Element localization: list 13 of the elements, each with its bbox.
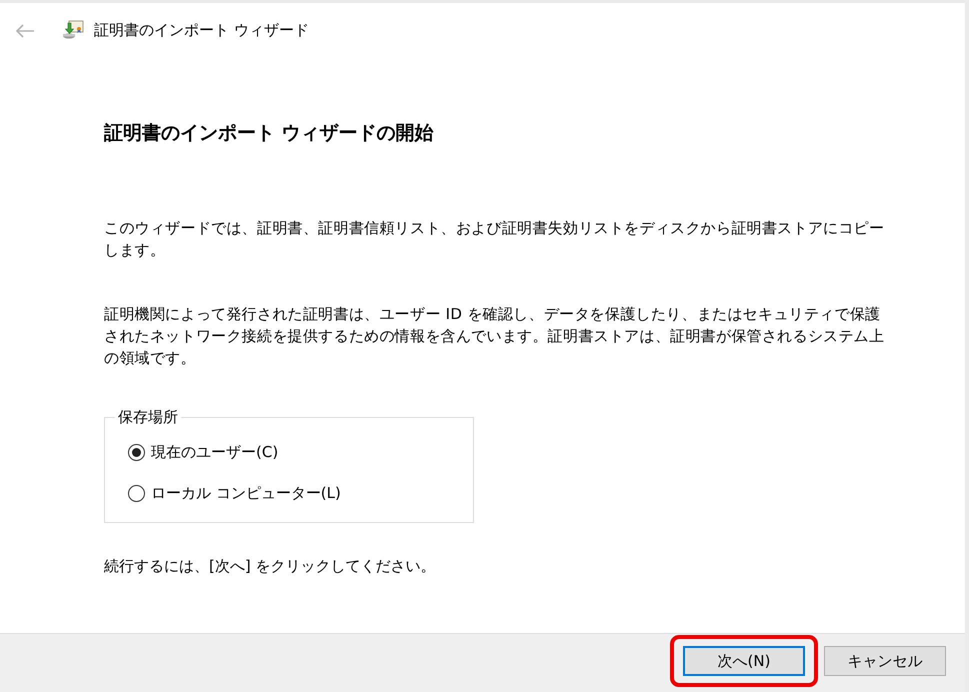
radio-label[interactable]: 現在のユーザー(C) [151,442,278,462]
dialog-button[interactable]: 次へ(N) [683,646,805,676]
dialog-button[interactable]: キャンセル [824,646,946,676]
wizard-heading: 証明書のインポート ウィザードの開始 [104,121,435,145]
description-text: このウィザードでは、証明書、証明書信頼リスト、および証明書失効リストをディスクから証明書ストアにコピーします。 [104,218,886,261]
radio-label[interactable]: ローカル コンピューター(L) [151,483,341,503]
description-text: 証明機関によって発行された証明書は、ユーザー ID を確認し、データを保護したり、またはセキュリティで保護されたネットワーク接続を提供するための情報を含んでいます。証明書ストアは、証明書が保管されるシステム上の領域です。 [104,304,886,369]
window-title: 証明書のインポート ウィザード [94,20,309,40]
group-label: 保存場所 [117,407,179,427]
instruction-text: 続行するには、[次へ] をクリックしてください。 [104,556,436,577]
certificate-icon [62,20,84,40]
radio-button-icon[interactable] [128,484,145,502]
radio-button-icon[interactable] [128,444,145,460]
